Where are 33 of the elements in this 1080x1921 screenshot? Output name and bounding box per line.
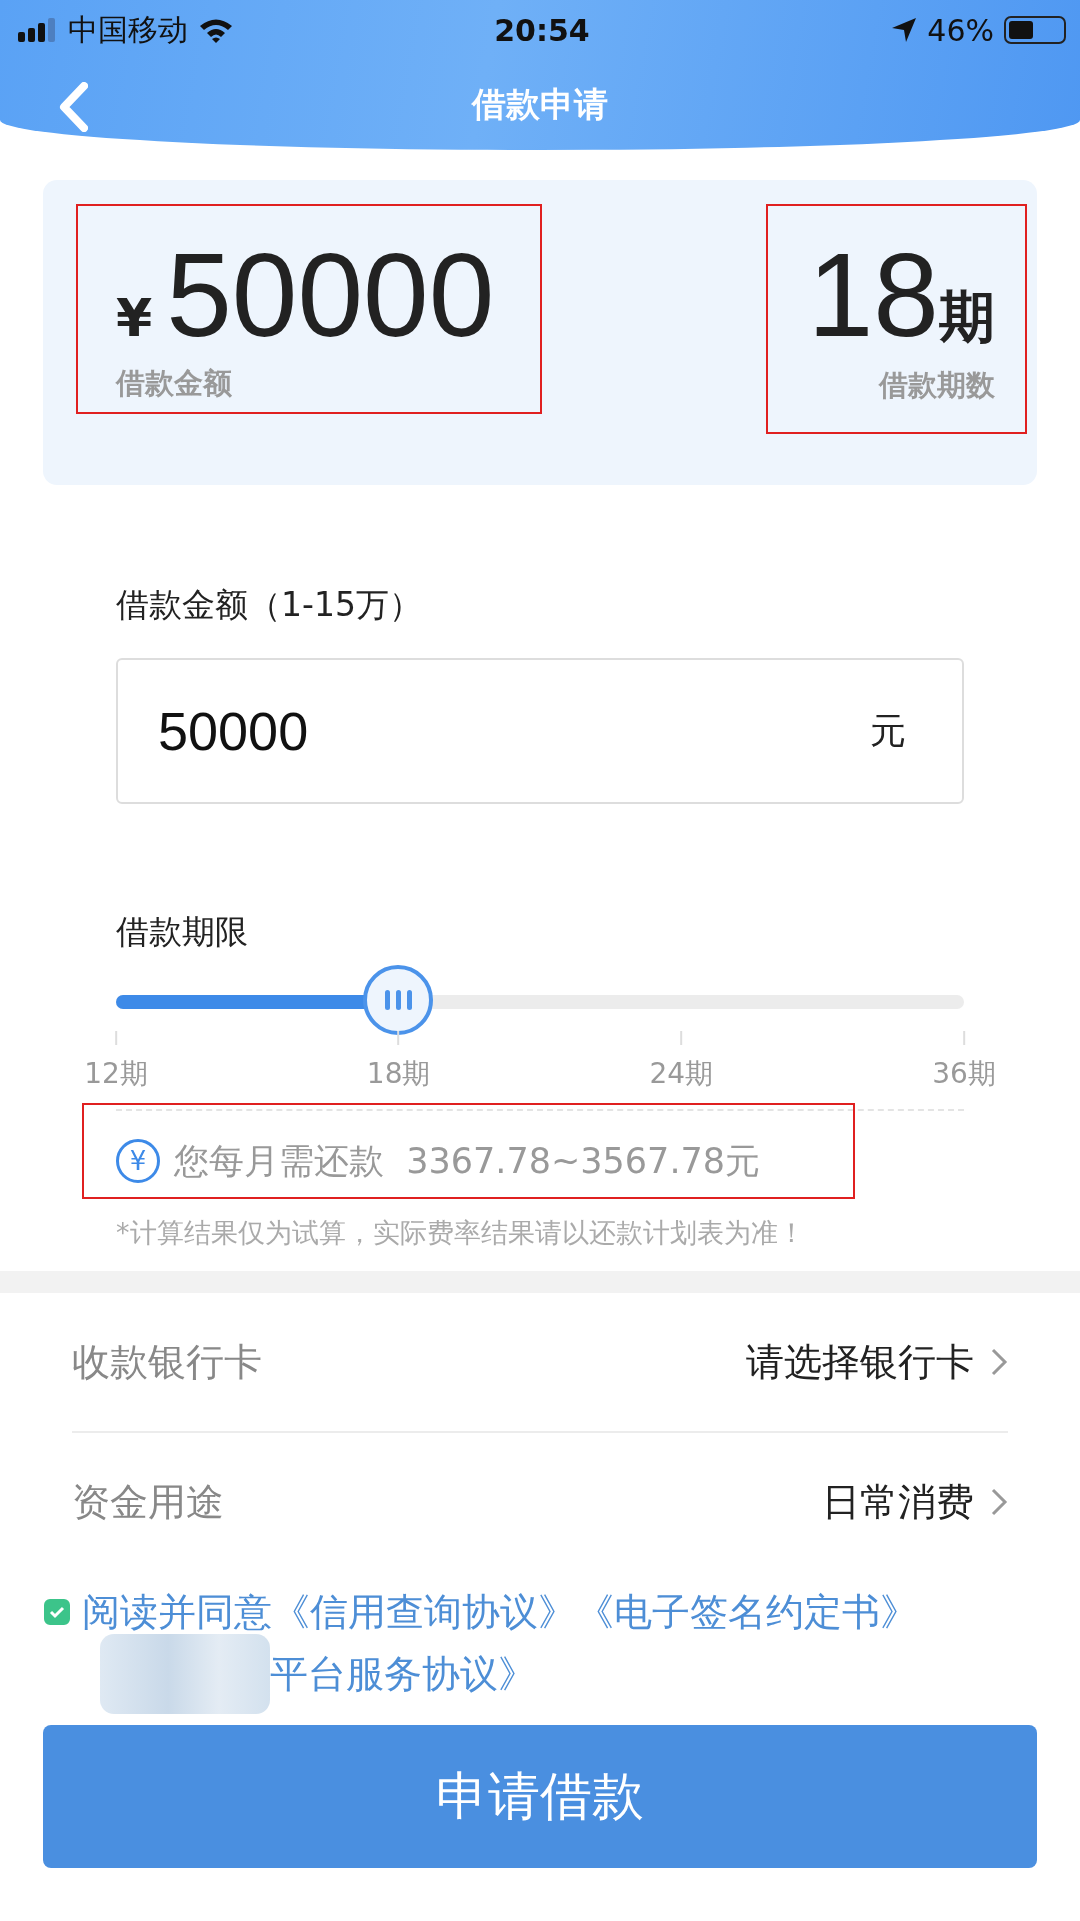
amount-caption: 借款金额: [116, 365, 233, 402]
row-selector[interactable]: 请选择银行卡: [746, 1336, 1008, 1388]
field-label: 借款金额（1-15万）: [116, 584, 423, 626]
checkmark-icon: [49, 1605, 65, 1619]
wifi-icon: [198, 17, 234, 43]
currency-sign: ¥: [116, 288, 153, 348]
tick-label: 36期: [932, 1056, 996, 1092]
monthly-repayment: 您每月需还款 3367.78~3567.78元: [174, 1139, 761, 1183]
slider-label: 借款期限: [116, 911, 249, 953]
term-unit: 期: [939, 283, 995, 351]
tick-label: 18期: [366, 1056, 431, 1092]
term-caption: 借款期数: [879, 367, 995, 404]
battery-percent: 46%: [927, 12, 994, 48]
carrier-name: 中国移动: [68, 10, 188, 49]
loan-amount: 50000: [166, 236, 495, 354]
row-label: 资金用途: [72, 1478, 224, 1526]
agree-checkbox[interactable]: [44, 1599, 70, 1625]
row-selector[interactable]: 日常消费: [822, 1476, 1008, 1528]
disclaimer-note: *计算结果仅为试算，实际费率结果请以还款计划表为准！: [116, 1216, 806, 1250]
back-icon[interactable]: [58, 82, 88, 132]
tick-label: 12期: [84, 1056, 148, 1092]
battery-icon: [1004, 16, 1066, 44]
row-label: 收款银行卡: [72, 1338, 262, 1386]
chevron-right-icon: [990, 1347, 1008, 1377]
amount-input[interactable]: 50000 元: [116, 658, 964, 804]
clock-time: 20:54: [494, 12, 590, 48]
tick-label: 24期: [649, 1056, 714, 1092]
location-arrow-icon: [891, 17, 918, 43]
yuan-coin-icon: ¥: [116, 1139, 160, 1183]
chevron-right-icon: [990, 1487, 1008, 1517]
page-title: 借款申请: [472, 83, 608, 126]
term-count: 18: [807, 236, 939, 354]
signal-icon: [18, 18, 58, 42]
